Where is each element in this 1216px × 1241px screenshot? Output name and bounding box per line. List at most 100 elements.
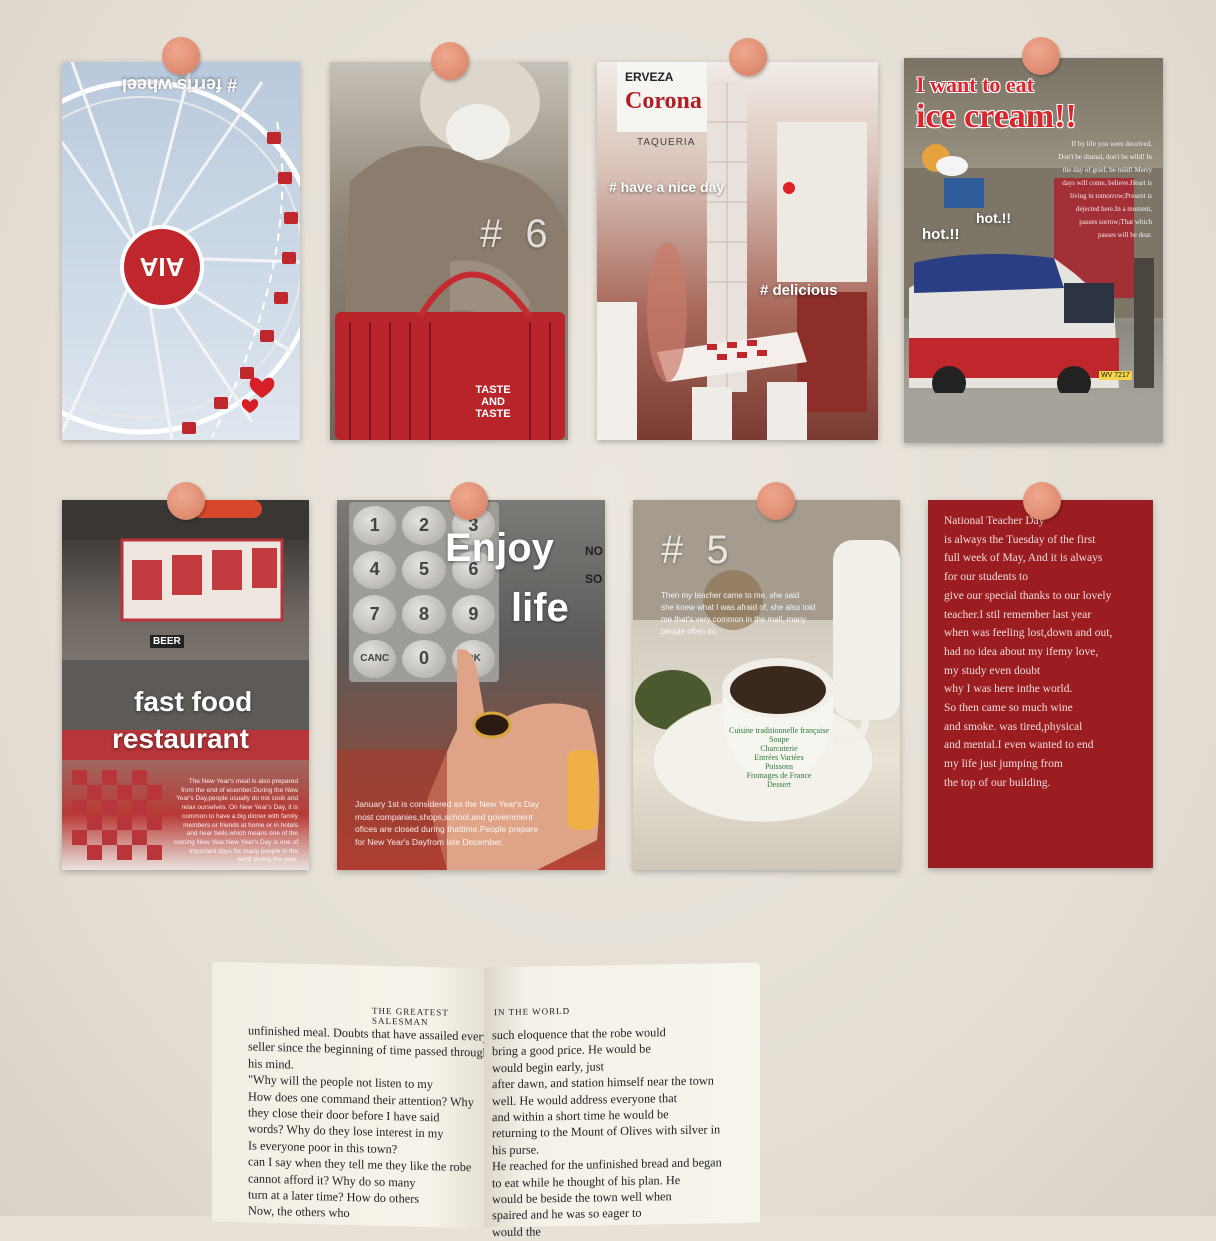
hot-label-1: hot.!! xyxy=(922,226,960,243)
keypad-key: 5 xyxy=(402,550,446,589)
teacher-day-line: my study even doubt xyxy=(944,664,1041,677)
aia-logo: AIA xyxy=(139,252,184,282)
cup-label: Cuisine traditionnelle française Soupe Cha… xyxy=(729,726,829,789)
keypad-key: 0 xyxy=(402,639,446,678)
card-taqueria: ERVEZA Corona TAQUERIA # have a nice day… xyxy=(597,62,878,440)
coffee-paragraph-line: she knew what I was afraid of, she also … xyxy=(661,603,816,612)
hot-label-2: hot.!! xyxy=(976,210,1011,226)
cup-label-line: Dessert xyxy=(767,780,791,789)
fast-food-paragraph: The New Year's meal is also prepared from… xyxy=(158,778,298,865)
pin xyxy=(167,482,205,520)
coffee-paragraph-line: me that's very common in the mall, many xyxy=(661,615,807,624)
pin xyxy=(431,42,469,80)
pin xyxy=(450,482,488,520)
right-page-text: such eloquence that the robe would bring … xyxy=(492,1023,722,1240)
ice-cream-poem-line: Don't be dismal, don't be wild! In xyxy=(1058,153,1152,161)
pin xyxy=(729,38,767,76)
keypad-key: OK xyxy=(451,639,495,678)
book-text-line: would the xyxy=(492,1224,541,1240)
side-sign-1: NO xyxy=(585,544,603,558)
card-keypad: 1 2 3 4 5 6 7 8 9 CANC 0 OK Enjoy life NO SO Januar… xyxy=(337,500,605,870)
keypad-key: 1 xyxy=(353,506,397,545)
pin xyxy=(757,482,795,520)
cup-label-line: Charcuterie xyxy=(760,744,798,753)
keypad-key: 4 xyxy=(353,550,397,589)
cup-label-line: Soupe xyxy=(769,735,789,744)
enjoy-caption: Enjoy xyxy=(445,526,554,571)
keypad-paragraph-line: January 1st is considered as the New Yea… xyxy=(355,799,539,809)
right-running-head: IN THE WORLD xyxy=(494,1005,571,1018)
life-caption: life xyxy=(511,586,569,630)
ice-cream-poem: If by life you were deceived, Don't be di… xyxy=(1034,138,1152,242)
keypad-key: 2 xyxy=(402,506,446,545)
fast-food-paragraph-line: members or friends at home or in hotels xyxy=(183,821,298,829)
card-shopping-basket: # 6 TASTE AND TASTE xyxy=(330,62,568,440)
book-left-page: THE GREATEST SALESMAN unfinished meal. D… xyxy=(212,961,489,1229)
keypad-key: CANC xyxy=(353,639,397,678)
teacher-day-line: why I was here inthe world. xyxy=(944,683,1073,696)
left-page-text: unfinished meal. Doubts that have assail… xyxy=(248,1022,489,1225)
teacher-day-line: my life just jumping from xyxy=(944,758,1063,771)
keypad-paragraph: January 1st is considered as the New Yea… xyxy=(355,798,595,848)
cup-label-line: Fromages de France xyxy=(746,771,812,780)
keypad-key: 9 xyxy=(451,595,495,634)
ferris-caption: # ferris wheel xyxy=(122,75,238,95)
fast-food-paragraph-line: The New Year's meal is also prepared xyxy=(188,778,298,785)
coffee-paragraph-line: Then my teacher came to me, she said xyxy=(661,591,800,600)
basket-label: TASTE AND TASTE xyxy=(475,384,511,420)
fast-food-paragraph-line: Year's Day,people usually do not cook an… xyxy=(176,795,298,803)
teacher-day-line: for our students to xyxy=(944,571,1029,584)
teacher-day-line: full week of May, And it is always xyxy=(944,552,1103,565)
cup-label-line: Poissons xyxy=(764,762,793,771)
ferris-wheel-illustration: AIA xyxy=(62,62,300,440)
side-sign-2: SO xyxy=(585,572,603,586)
pin xyxy=(1022,37,1060,75)
card-fast-food: BEER fast food restaurant The New Year's… xyxy=(62,500,309,870)
teacher-day-line: and smoke. was tired,physical xyxy=(944,720,1083,733)
teacher-day-line: the top of our building. xyxy=(944,776,1051,789)
teacher-day-line: had no idea about my ifemy love, xyxy=(944,645,1099,658)
delicious-caption: # delicious xyxy=(760,282,838,299)
taqueria-illustration xyxy=(597,62,867,440)
card-teacher-day: National Teacher Day is always the Tuesda… xyxy=(928,500,1153,868)
sweater-caption-number: # 6 xyxy=(480,212,554,256)
keypad-paragraph-line: ofices are closed during thattime.People… xyxy=(355,824,538,834)
fast-food-paragraph-line: from the end of ecember.During the New xyxy=(180,786,298,794)
corona-sign: Corona xyxy=(625,88,702,114)
ice-cream-poem-line: the day of grief, be mild! Merry xyxy=(1062,166,1152,174)
ice-cream-poem-line: days will come, believe.Heart is xyxy=(1062,179,1152,187)
fast-food-paragraph-line: coming New Year.New Year's Day is one of xyxy=(173,838,298,846)
beer-sign: BEER xyxy=(150,635,184,648)
cup-label-line: Cuisine traditionnelle française xyxy=(729,726,829,735)
ice-cream-title-1: I want to eat xyxy=(916,72,1034,97)
teacher-day-line: teacher.I stil remember last year xyxy=(944,608,1092,621)
erveza-sign: ERVEZA xyxy=(625,70,674,84)
teacher-day-line: So then came so much wine xyxy=(944,702,1073,715)
red-dot-icon xyxy=(783,182,795,194)
book-right-page: IN THE WORLD such eloquence that the rob… xyxy=(484,962,760,1239)
truck-plate: WV 7217 xyxy=(1099,371,1132,380)
ice-cream-poem-line: passes will be dear. xyxy=(1097,231,1152,239)
card-coffee: # 5 Then my teacher came to me, she said… xyxy=(633,500,900,870)
cup-label-line: Entrées Variées xyxy=(754,753,804,762)
keypad-key: 7 xyxy=(353,595,397,634)
open-book: THE GREATEST SALESMAN unfinished meal. D… xyxy=(212,961,772,1239)
enjoy-text: Enjoy xyxy=(445,526,554,570)
pin xyxy=(162,37,200,75)
fast-food-paragraph-line: important days for many people in the xyxy=(189,847,298,855)
taqueria-sign: TAQUERIA xyxy=(637,137,696,148)
ice-cream-poem-line: passes sorrow;That which xyxy=(1079,218,1152,226)
fast-food-paragraph-line: relax ourselves. On New Year's Day, it i… xyxy=(181,804,298,812)
restaurant-caption: restaurant xyxy=(112,723,249,754)
keypad-paragraph-line: most companies,shops,school,and governme… xyxy=(355,811,533,822)
teacher-day-text: National Teacher Day is always the Tuesda… xyxy=(944,512,1144,793)
keypad-key: 8 xyxy=(402,595,446,634)
pin xyxy=(1023,482,1061,520)
nice-day-caption: # have a nice day xyxy=(609,179,725,195)
coffee-paragraph-line: people often do. xyxy=(661,627,719,636)
card-ferris-wheel: AIA # ferris wheel xyxy=(62,62,300,440)
teacher-day-line: and mental.I even wanted to end xyxy=(944,739,1094,752)
keypad-paragraph-line: for New Year's Dayfrom late December. xyxy=(355,836,504,847)
ice-cream-poem-line: If by life you were deceived, xyxy=(1071,140,1152,148)
fast-food-caption: fast food xyxy=(134,686,253,717)
